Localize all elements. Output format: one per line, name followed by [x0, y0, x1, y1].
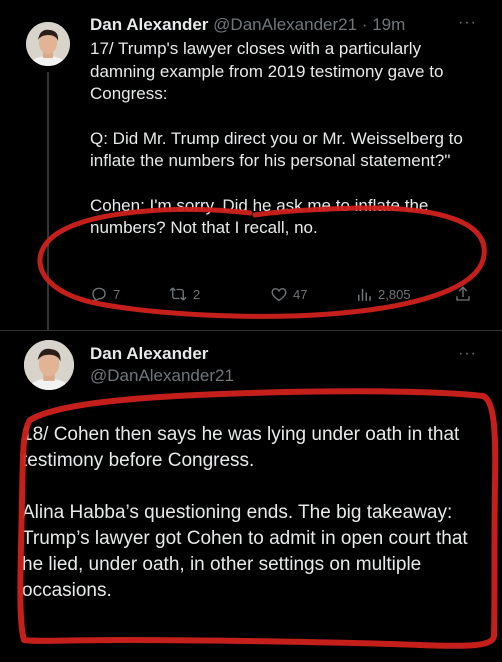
author-avatar[interactable] [26, 22, 70, 66]
views-icon [358, 288, 371, 301]
like-count: 47 [293, 286, 308, 302]
separator-dot: · [361, 15, 368, 34]
avatar-photo [24, 340, 74, 390]
views-button[interactable]: 2,805 [355, 285, 411, 303]
reply-count: 7 [113, 286, 121, 302]
share-icon [456, 286, 470, 301]
reply-button[interactable]: 7 [90, 285, 120, 303]
tweet-18[interactable]: Dan Alexander @DanAlexander21 ··· 18/ Co… [0, 331, 502, 662]
retweet-icon [169, 287, 187, 301]
tweet-actions: 7 2 47 2,805 [90, 285, 480, 305]
author-name[interactable]: Dan Alexander [90, 343, 234, 365]
more-options-icon[interactable]: ··· [458, 14, 477, 32]
tweet-header: Dan Alexander @DanAlexander21 [90, 343, 234, 387]
reply-icon [92, 287, 106, 303]
tweet-paragraph: 17/ Trump's lawyer closes with a particu… [90, 39, 444, 103]
share-button[interactable] [454, 285, 472, 303]
author-avatar[interactable] [24, 340, 74, 390]
like-button[interactable]: 47 [270, 285, 307, 303]
retweet-count: 2 [193, 286, 201, 302]
view-count: 2,805 [378, 286, 411, 302]
tweet-17[interactable]: Dan Alexander @DanAlexander21 · 19m ··· … [0, 0, 502, 330]
author-name[interactable]: Dan Alexander [90, 15, 208, 34]
more-options-icon[interactable]: ··· [458, 345, 477, 363]
timestamp[interactable]: 19m [372, 15, 405, 34]
author-handle[interactable]: @DanAlexander21 [90, 365, 234, 387]
avatar-photo [26, 22, 70, 66]
tweet-paragraph: Cohen: I'm sorry. Did he ask me to infla… [90, 195, 429, 238]
tweet-header: Dan Alexander @DanAlexander21 · 19m [90, 14, 405, 36]
heart-icon [271, 288, 287, 302]
thread-connector-line [47, 72, 49, 330]
author-handle[interactable]: @DanAlexander21 [213, 15, 357, 34]
tweet-paragraph: 18/ Cohen then says he was lying under o… [22, 424, 460, 471]
tweet-text: 17/ Trump's lawyer closes with a particu… [90, 38, 490, 240]
tweet-paragraph: Alina Habba’s questioning ends. The big … [22, 502, 468, 601]
tweet-paragraph: Q: Did Mr. Trump direct you or Mr. Weiss… [90, 128, 463, 171]
retweet-button[interactable]: 2 [168, 285, 200, 303]
tweet-text: 18/ Cohen then says he was lying under o… [22, 422, 492, 604]
